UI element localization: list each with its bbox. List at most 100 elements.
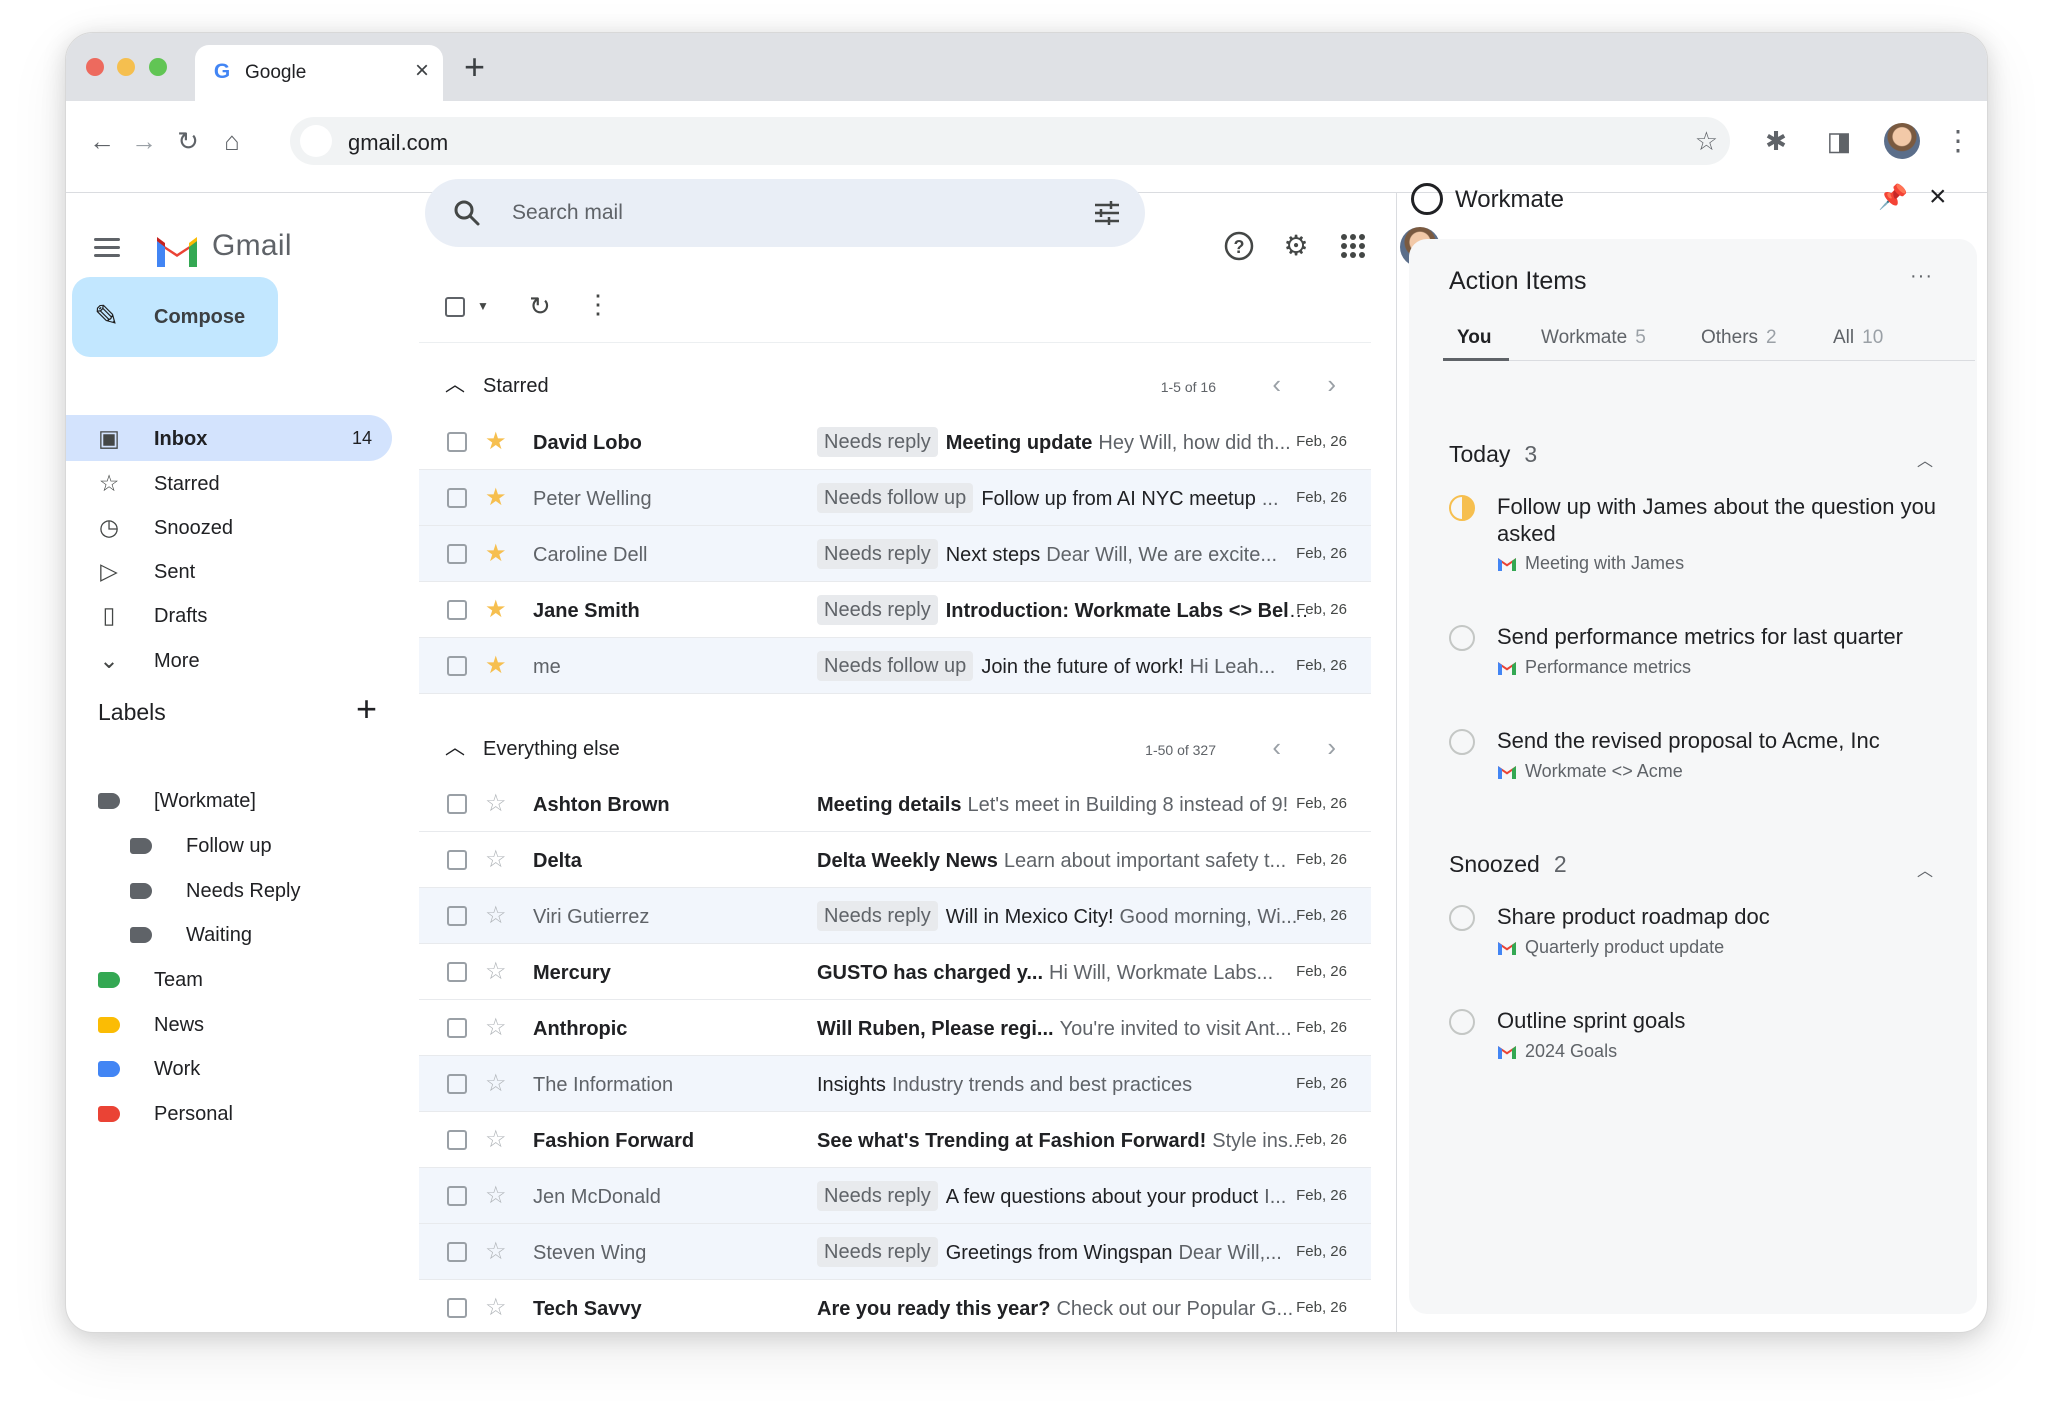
mail-row[interactable]: ☆ Steven Wing Needs reply Greetings from Wi… — [419, 1224, 1371, 1280]
forward-icon[interactable]: → — [128, 125, 160, 157]
star-icon[interactable]: ☆ — [485, 1182, 507, 1210]
nav-item-sent[interactable]: ▷ Sent — [66, 548, 392, 594]
nav-item-starred[interactable]: ☆ Starred — [66, 460, 392, 506]
mail-row[interactable]: ☆ Anthropic Will Ruben, Please regi... You'… — [419, 1000, 1371, 1056]
action-item[interactable]: Follow up with James about the question … — [1449, 493, 1949, 579]
close-panel-icon[interactable]: × — [1929, 181, 1947, 213]
action-item[interactable]: Share product roadmap doc Quarterly produ… — [1449, 903, 1949, 963]
tab-close-icon[interactable]: × — [415, 57, 429, 85]
refresh-icon[interactable]: ↻ — [529, 291, 551, 321]
main-menu-icon[interactable] — [94, 238, 122, 258]
row-checkbox[interactable] — [447, 600, 467, 620]
row-checkbox[interactable] — [447, 1298, 467, 1318]
todo-checkbox[interactable] — [1449, 905, 1475, 931]
group-header-snoozed[interactable]: Snoozed 2 — [1449, 851, 1567, 878]
row-checkbox[interactable] — [447, 794, 467, 814]
todo-checkbox[interactable] — [1449, 625, 1475, 651]
tab-others[interactable]: Others 2 — [1701, 327, 1777, 349]
settings-gear-icon[interactable]: ⚙ — [1279, 229, 1313, 263]
maximize-window-button[interactable] — [149, 58, 167, 76]
row-checkbox[interactable] — [447, 962, 467, 982]
browser-menu-icon[interactable]: ⋮ — [1944, 123, 1972, 159]
select-dropdown-icon[interactable]: ▼ — [477, 299, 489, 313]
mail-row[interactable]: ★ Caroline Dell Needs reply Next steps Dear … — [419, 526, 1371, 582]
row-checkbox[interactable] — [447, 1242, 467, 1262]
site-info-icon[interactable] — [300, 125, 332, 157]
browser-tab[interactable]: G Google × — [195, 45, 443, 101]
extensions-puzzle-icon[interactable]: ✱ — [1758, 123, 1794, 159]
action-item-source[interactable]: Performance metrics — [1497, 657, 1691, 678]
action-item-source[interactable]: 2024 Goals — [1497, 1041, 1617, 1062]
star-icon[interactable]: ☆ — [485, 1294, 507, 1322]
select-all-checkbox[interactable] — [445, 297, 465, 317]
star-icon[interactable]: ☆ — [485, 902, 507, 930]
mail-row[interactable]: ★ me Needs follow up Join the future of wor… — [419, 638, 1371, 694]
action-item-source[interactable]: Workmate <> Acme — [1497, 761, 1683, 782]
in-progress-status-icon[interactable] — [1449, 495, 1475, 521]
action-item-source[interactable]: Meeting with James — [1497, 553, 1684, 574]
next-page-icon[interactable]: › — [1327, 732, 1336, 762]
row-checkbox[interactable] — [447, 906, 467, 926]
next-page-icon[interactable]: › — [1327, 369, 1336, 399]
minimize-window-button[interactable] — [117, 58, 135, 76]
action-item-source[interactable]: Quarterly product update — [1497, 937, 1724, 958]
mail-row[interactable]: ☆ Mercury GUSTO has charged y... Hi Will, W… — [419, 944, 1371, 1000]
profile-avatar[interactable] — [1884, 123, 1920, 159]
row-checkbox[interactable] — [447, 850, 467, 870]
search-options-icon[interactable] — [1091, 197, 1123, 229]
row-checkbox[interactable] — [447, 1130, 467, 1150]
todo-checkbox[interactable] — [1449, 729, 1475, 755]
home-icon[interactable]: ⌂ — [216, 125, 248, 157]
mail-row[interactable]: ☆ Delta Delta Weekly News Learn about impor… — [419, 832, 1371, 888]
mail-row[interactable]: ☆ Jen McDonald Needs reply A few questions … — [419, 1168, 1371, 1224]
mail-row[interactable]: ☆ Fashion Forward See what's Trending at F… — [419, 1112, 1371, 1168]
collapse-caret-icon[interactable]: ︿ — [1917, 857, 1933, 881]
todo-checkbox[interactable] — [1449, 1009, 1475, 1035]
row-checkbox[interactable] — [447, 1018, 467, 1038]
action-item[interactable]: Outline sprint goals 2024 Goals — [1449, 1007, 1949, 1067]
nav-item-inbox[interactable]: ▣ Inbox 14 — [66, 415, 392, 461]
row-checkbox[interactable] — [447, 544, 467, 564]
help-icon[interactable]: ? — [1222, 229, 1256, 263]
search-icon[interactable] — [451, 197, 483, 229]
tab-workmate[interactable]: Workmate 5 — [1541, 327, 1646, 349]
row-checkbox[interactable] — [447, 432, 467, 452]
starred-section-header[interactable]: ︿ Starred 1-5 of 16 ‹ › — [419, 357, 1371, 413]
search-bar[interactable]: Search mail — [425, 179, 1145, 247]
star-icon[interactable]: ★ — [485, 540, 507, 568]
bookmark-star-icon[interactable]: ☆ — [1695, 125, 1718, 157]
compose-button[interactable]: ✎ Compose — [72, 277, 278, 357]
tab-you[interactable]: You — [1457, 327, 1491, 349]
search-input[interactable]: Search mail — [512, 201, 623, 225]
star-icon[interactable]: ★ — [485, 484, 507, 512]
pin-icon[interactable]: 📌 — [1878, 183, 1908, 213]
address-bar[interactable]: gmail.com ☆ — [290, 117, 1730, 165]
everything-else-section-header[interactable]: ︿ Everything else 1-50 of 327 ‹ › — [419, 720, 1371, 776]
mail-row[interactable]: ★ Peter Welling Needs follow up Follow up f… — [419, 470, 1371, 526]
tab-all[interactable]: All 10 — [1833, 327, 1883, 349]
add-label-icon[interactable]: + — [356, 689, 377, 729]
more-options-icon[interactable]: ⋮ — [585, 289, 611, 319]
row-checkbox[interactable] — [447, 656, 467, 676]
star-icon[interactable]: ☆ — [485, 1014, 507, 1042]
mail-row[interactable]: ☆ Viri Gutierrez Needs reply Will in Mexico… — [419, 888, 1371, 944]
star-icon[interactable]: ☆ — [485, 958, 507, 986]
nav-item-drafts[interactable]: ▯ Drafts — [66, 592, 392, 638]
star-icon[interactable]: ☆ — [485, 1070, 507, 1098]
prev-page-icon[interactable]: ‹ — [1272, 369, 1281, 399]
star-icon[interactable]: ☆ — [485, 790, 507, 818]
nav-item-more[interactable]: ⌄ More — [66, 637, 392, 683]
mail-row[interactable]: ★ Jane Smith Needs reply Introduction: Work… — [419, 582, 1371, 638]
star-icon[interactable]: ☆ — [485, 846, 507, 874]
collapse-chevron-icon[interactable]: ︿ — [445, 373, 465, 397]
collapse-caret-icon[interactable]: ︿ — [1917, 447, 1933, 471]
row-checkbox[interactable] — [447, 1186, 467, 1206]
back-icon[interactable]: ← — [86, 125, 118, 157]
star-icon[interactable]: ★ — [485, 652, 507, 680]
row-checkbox[interactable] — [447, 488, 467, 508]
mail-row[interactable]: ☆ The Information Insights Industry trends … — [419, 1056, 1371, 1112]
star-icon[interactable]: ☆ — [485, 1238, 507, 1266]
row-checkbox[interactable] — [447, 1074, 467, 1094]
mail-row[interactable]: ★ David Lobo Needs reply Meeting update Hey … — [419, 414, 1371, 470]
reload-icon[interactable]: ↻ — [172, 125, 204, 157]
